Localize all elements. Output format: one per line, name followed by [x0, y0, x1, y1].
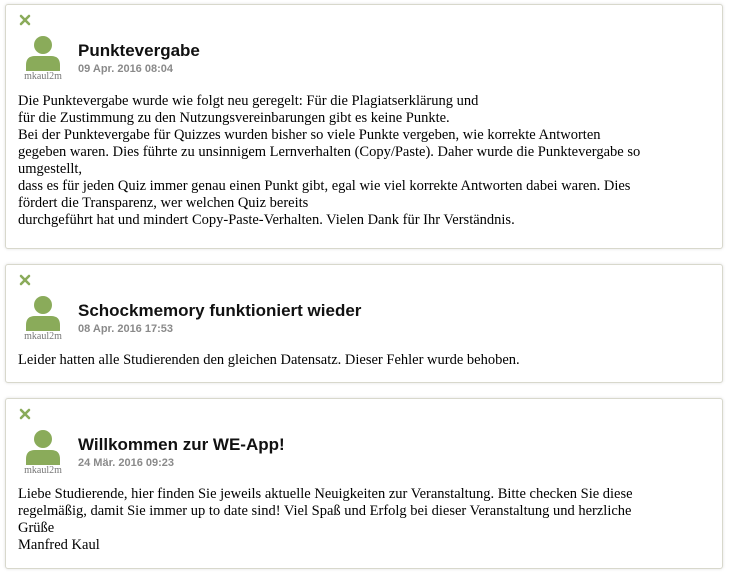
- post-body-line: Grüße: [18, 520, 55, 536]
- post-title: Punktevergabe: [78, 41, 200, 60]
- close-icon[interactable]: [19, 408, 31, 420]
- news-post: mkaul2m Schockmemory funktioniert wieder…: [5, 264, 723, 383]
- post-body-line: durchgeführt hat und mindert Copy-Paste-…: [18, 212, 515, 228]
- post-body-line: regelmäßig, damit Sie immer up to date s…: [18, 503, 632, 519]
- post-body-line: gegeben waren. Dies führte zu unsinnigem…: [18, 144, 641, 160]
- avatar-icon: [26, 36, 60, 71]
- post-body: Leider hatten alle Studierenden den glei…: [18, 352, 712, 369]
- post-author: mkaul2m: [24, 465, 62, 476]
- post-body-line: Liebe Studierende, hier finden Sie jewei…: [18, 486, 633, 502]
- post-body-line: umgestellt,: [18, 161, 83, 177]
- close-icon[interactable]: [19, 14, 31, 26]
- avatar-icon: [26, 430, 60, 465]
- post-date: 09 Apr. 2016 08:04: [78, 63, 173, 75]
- post-body-line: Bei der Punktevergabe für Quizzes wurden…: [18, 127, 601, 143]
- post-body: Die Punktevergabe wurde wie folgt neu ge…: [18, 93, 712, 229]
- post-body-line: fördert die Transparenz, wer welchen Qui…: [18, 195, 309, 211]
- avatar-icon: [26, 296, 60, 331]
- news-post: mkaul2m Willkommen zur WE-App! 24 Mär. 2…: [5, 398, 723, 569]
- post-body-line: für die Zustimmung zu den Nutzungsverein…: [18, 110, 450, 126]
- post-author: mkaul2m: [24, 331, 62, 342]
- post-body-line: Leider hatten alle Studierenden den glei…: [18, 352, 520, 368]
- post-body-line: Die Punktevergabe wurde wie folgt neu ge…: [18, 93, 479, 109]
- post-date: 08 Apr. 2016 17:53: [78, 323, 173, 335]
- post-body-line: Manfred Kaul: [18, 537, 100, 553]
- post-body: Liebe Studierende, hier finden Sie jewei…: [18, 486, 712, 554]
- news-post: mkaul2m Punktevergabe 09 Apr. 2016 08:04…: [5, 4, 723, 249]
- post-title: Schockmemory funktioniert wieder: [78, 301, 362, 320]
- post-body-line: dass es für jeden Quiz immer genau einen…: [18, 178, 631, 194]
- close-icon[interactable]: [19, 274, 31, 286]
- post-date: 24 Mär. 2016 09:23: [78, 457, 175, 469]
- post-author: mkaul2m: [24, 71, 62, 82]
- post-title: Willkommen zur WE-App!: [78, 435, 285, 454]
